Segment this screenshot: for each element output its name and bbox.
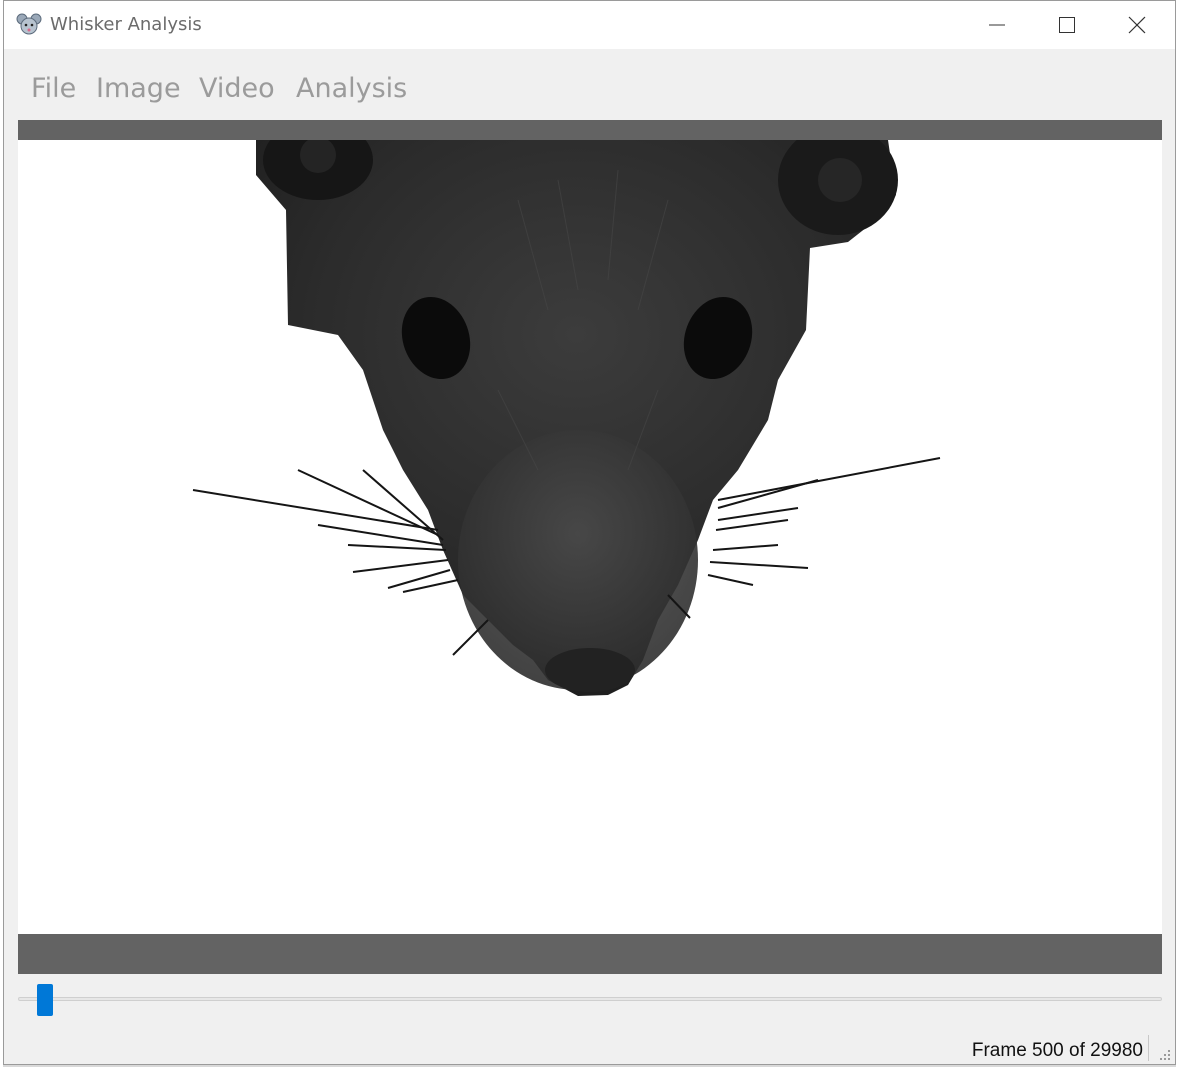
close-button[interactable] xyxy=(1102,1,1172,49)
slider-track[interactable] xyxy=(18,997,1162,1001)
mouse-icon xyxy=(16,13,42,35)
menu-bar: File Image Video Analysis xyxy=(4,49,1175,119)
window-title: Whisker Analysis xyxy=(50,14,202,35)
maximize-button[interactable] xyxy=(1032,1,1102,49)
close-icon xyxy=(1128,16,1146,34)
menu-analysis[interactable]: Analysis xyxy=(296,73,407,104)
menu-file[interactable]: File xyxy=(31,73,76,104)
status-bar: Frame 500 of 29980 xyxy=(4,1031,1175,1065)
frame-counter: Frame 500 of 29980 xyxy=(971,1040,1143,1061)
slider-thumb[interactable] xyxy=(37,984,53,1016)
menu-image[interactable]: Image xyxy=(96,73,181,104)
resize-grip-icon[interactable] xyxy=(1157,1047,1171,1061)
minimize-icon xyxy=(989,24,1005,26)
viewer-top-bar xyxy=(18,120,1162,140)
video-viewport[interactable] xyxy=(18,140,1162,934)
app-window: Whisker Analysis File Image Video Analys… xyxy=(3,0,1176,1065)
minimize-button[interactable] xyxy=(962,1,1032,49)
menu-video[interactable]: Video xyxy=(199,73,275,104)
maximize-icon xyxy=(1059,17,1075,33)
mouse-head-image xyxy=(192,140,941,696)
frame-slider[interactable] xyxy=(18,984,1162,1017)
background-app-edge xyxy=(1176,0,1180,1067)
title-bar[interactable]: Whisker Analysis xyxy=(4,1,1175,49)
viewer-bottom-bar xyxy=(18,934,1162,974)
status-separator xyxy=(1148,1035,1149,1061)
